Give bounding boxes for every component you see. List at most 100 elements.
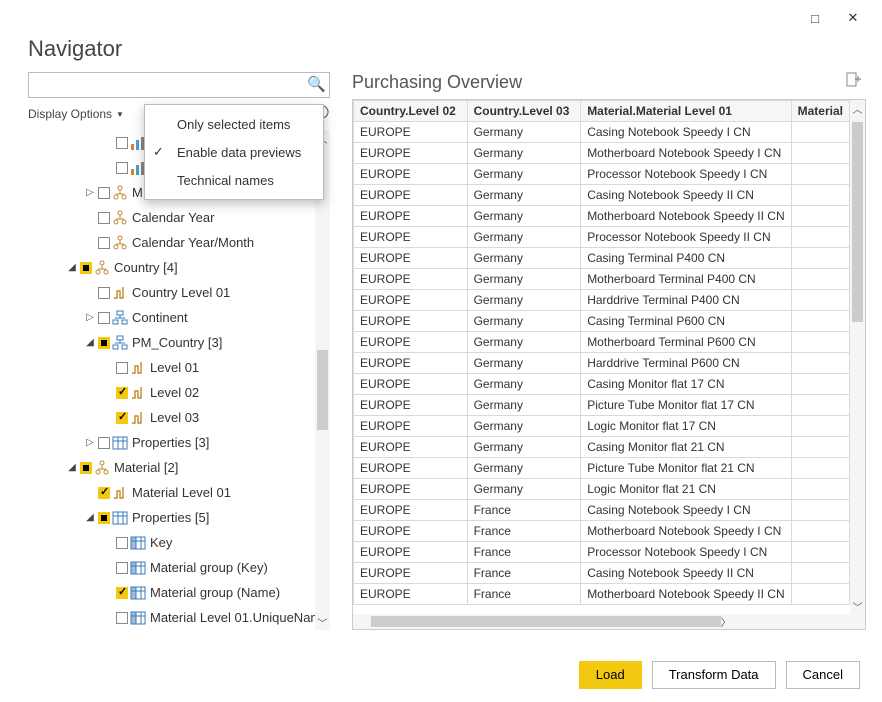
checkbox[interactable] <box>98 237 110 249</box>
expand-icon[interactable]: ▷ <box>84 437 96 448</box>
collapse-icon[interactable]: ◢ <box>84 337 96 348</box>
column-header[interactable]: Country.Level 02 <box>354 101 468 122</box>
checkbox[interactable] <box>116 162 128 174</box>
checkbox[interactable] <box>116 137 128 149</box>
collapse-icon[interactable]: ◢ <box>66 262 78 273</box>
table-row[interactable]: EUROPEGermanyCasing Terminal P600 CN <box>354 311 850 332</box>
checkbox[interactable] <box>116 562 128 574</box>
expand-icon[interactable]: ▷ <box>84 312 96 323</box>
close-button[interactable]: ✕ <box>834 4 872 32</box>
table-row[interactable]: EUROPEGermanyHarddrive Terminal P600 CN <box>354 353 850 374</box>
checkbox[interactable] <box>116 387 128 399</box>
table-row[interactable]: EUROPEFranceCasing Notebook Speedy I CN <box>354 500 850 521</box>
column-header[interactable]: Material <box>791 101 849 122</box>
tree-item[interactable]: Calendar Year/Month <box>28 230 330 255</box>
column-header[interactable]: Material.Material Level 01 <box>581 101 791 122</box>
table-cell: France <box>467 584 581 605</box>
table-row[interactable]: EUROPEGermanyLogic Monitor flat 21 CN <box>354 479 850 500</box>
table-row[interactable]: EUROPEGermanyMotherboard Notebook Speedy… <box>354 143 850 164</box>
scroll-down-icon[interactable]: ﹀ <box>850 598 865 614</box>
vertical-scrollbar[interactable]: ︿ ﹀ <box>315 130 330 630</box>
table-row[interactable]: EUROPEGermanyCasing Monitor flat 17 CN <box>354 374 850 395</box>
tree-item[interactable]: ◢Properties [5] <box>28 505 330 530</box>
table-cell: Germany <box>467 458 581 479</box>
menu-item-technical-names[interactable]: Technical names <box>145 166 323 194</box>
tree-item[interactable]: Level 03 <box>28 405 330 430</box>
tree-item[interactable]: ◢PM_Country [3] <box>28 330 330 355</box>
scroll-thumb[interactable] <box>371 616 721 627</box>
table-cell <box>791 521 849 542</box>
checkbox[interactable] <box>98 287 110 299</box>
checkbox[interactable] <box>116 587 128 599</box>
add-column-icon[interactable] <box>846 72 862 93</box>
tree-item[interactable]: Level 02 <box>28 380 330 405</box>
table-row[interactable]: EUROPEGermanyPicture Tube Monitor flat 2… <box>354 458 850 479</box>
table-row[interactable]: EUROPEGermanyMotherboard Terminal P600 C… <box>354 332 850 353</box>
table-row[interactable]: EUROPEFranceProcessor Notebook Speedy I … <box>354 542 850 563</box>
table-cell <box>791 164 849 185</box>
maximize-button[interactable]: □ <box>796 4 834 32</box>
vertical-scrollbar[interactable]: ︿ ﹀ <box>850 100 865 614</box>
search-input[interactable] <box>28 72 330 98</box>
scroll-thumb[interactable] <box>317 350 328 430</box>
table-cell <box>791 458 849 479</box>
tree-item[interactable]: Material group (Key) <box>28 555 330 580</box>
tree-item[interactable]: Country Level 01 <box>28 280 330 305</box>
checkbox[interactable] <box>80 462 92 474</box>
checkbox[interactable] <box>116 362 128 374</box>
tree-item[interactable]: ◢Material [2] <box>28 455 330 480</box>
tree-item[interactable]: Calendar Year <box>28 205 330 230</box>
tree-item[interactable]: ▷Properties [3] <box>28 430 330 455</box>
search-icon[interactable]: 🔍 <box>307 75 326 93</box>
tree-item[interactable]: Material Level 01.UniqueName <box>28 605 330 630</box>
table-row[interactable]: EUROPEGermanyCasing Notebook Speedy II C… <box>354 185 850 206</box>
tree-item[interactable]: ◢Country [4] <box>28 255 330 280</box>
tree-item[interactable]: Material group (Name) <box>28 580 330 605</box>
table-row[interactable]: EUROPEGermanyLogic Monitor flat 17 CN <box>354 416 850 437</box>
checkbox[interactable] <box>116 612 128 624</box>
scroll-thumb[interactable] <box>852 122 863 322</box>
table-row[interactable]: EUROPEGermanyHarddrive Terminal P400 CN <box>354 290 850 311</box>
table-row[interactable]: EUROPEGermanyCasing Notebook Speedy I CN <box>354 122 850 143</box>
tree-item[interactable]: Key <box>28 530 330 555</box>
expand-icon[interactable]: ▷ <box>84 187 96 198</box>
table-row[interactable]: EUROPEGermanyCasing Terminal P400 CN <box>354 248 850 269</box>
table-row[interactable]: EUROPEGermanyCasing Monitor flat 21 CN <box>354 437 850 458</box>
table-row[interactable]: EUROPEFranceCasing Notebook Speedy II CN <box>354 563 850 584</box>
checkbox[interactable] <box>80 262 92 274</box>
table-row[interactable]: EUROPEFranceMotherboard Notebook Speedy … <box>354 521 850 542</box>
checkbox[interactable] <box>98 337 110 349</box>
table-row[interactable]: EUROPEGermanyProcessor Notebook Speedy I… <box>354 227 850 248</box>
checkbox[interactable] <box>116 412 128 424</box>
load-button[interactable]: Load <box>579 661 642 689</box>
table-row[interactable]: EUROPEGermanyMotherboard Notebook Speedy… <box>354 206 850 227</box>
scroll-down-icon[interactable]: ﹀ <box>315 614 330 630</box>
checkbox[interactable] <box>98 187 110 199</box>
tree-item[interactable]: Material Level 01 <box>28 480 330 505</box>
table-row[interactable]: EUROPEGermanyMotherboard Terminal P400 C… <box>354 269 850 290</box>
checkbox[interactable] <box>98 212 110 224</box>
menu-item-enable-previews[interactable]: ✓ Enable data previews <box>145 138 323 166</box>
tree-item-label: Level 03 <box>148 410 199 425</box>
scroll-up-icon[interactable]: ︿ <box>850 100 865 116</box>
menu-item-only-selected[interactable]: Only selected items <box>145 110 323 138</box>
checkbox[interactable] <box>116 537 128 549</box>
horizontal-scrollbar[interactable]: 〈 〉 <box>353 614 850 629</box>
transform-data-button[interactable]: Transform Data <box>652 661 776 689</box>
checkbox[interactable] <box>98 512 110 524</box>
preview-header: Purchasing Overview <box>352 72 866 99</box>
table-row[interactable]: EUROPEGermanyPicture Tube Monitor flat 1… <box>354 395 850 416</box>
tree-item[interactable]: Level 01 <box>28 355 330 380</box>
table-row[interactable]: EUROPEFranceMotherboard Notebook Speedy … <box>354 584 850 605</box>
checkbox[interactable] <box>98 487 110 499</box>
checkbox[interactable] <box>98 312 110 324</box>
table-cell <box>791 500 849 521</box>
collapse-icon[interactable]: ◢ <box>84 512 96 523</box>
table-row[interactable]: EUROPEGermanyProcessor Notebook Speedy I… <box>354 164 850 185</box>
checkbox[interactable] <box>98 437 110 449</box>
cancel-button[interactable]: Cancel <box>786 661 860 689</box>
column-header[interactable]: Country.Level 03 <box>467 101 581 122</box>
collapse-icon[interactable]: ◢ <box>66 462 78 473</box>
tree-item[interactable]: ▷Continent <box>28 305 330 330</box>
display-options-button[interactable]: Display Options ▼ <box>28 107 124 121</box>
